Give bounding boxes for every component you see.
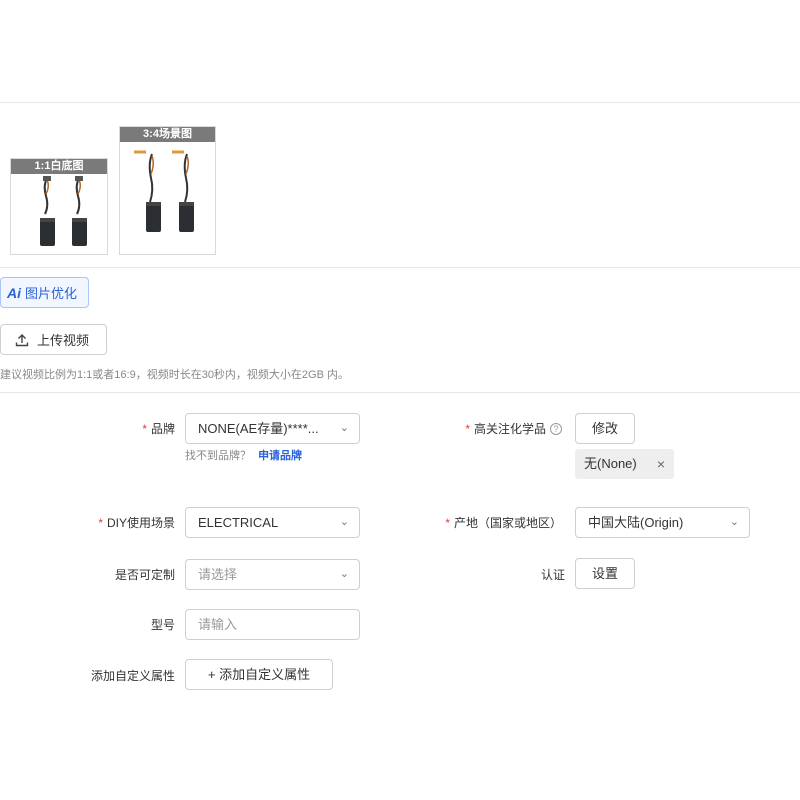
origin-value: 中国大陆(Origin) (588, 515, 684, 530)
certification-setup-button[interactable]: 设置 (575, 558, 635, 589)
top-divider (0, 102, 800, 103)
model-input[interactable]: 请输入 (185, 609, 360, 640)
upload-video-button[interactable]: 上传视频 (0, 324, 107, 355)
carbon-brush-scene-image (134, 150, 194, 232)
diy-scene-select[interactable]: ELECTRICAL ⌄ (185, 507, 360, 538)
scene-image-tag: 3:4场景图 (120, 127, 215, 142)
chemical-chip: 无(None) × (575, 449, 674, 479)
attributes-divider (0, 392, 800, 393)
model-placeholder: 请输入 (198, 617, 238, 632)
modify-chemical-button[interactable]: 修改 (575, 413, 635, 444)
ai-image-optimize-button[interactable]: Ai 图片优化 (0, 277, 89, 308)
image-section-divider (0, 267, 800, 268)
certification-label: 认证 (540, 568, 565, 582)
video-hint: 建议视频比例为1:1或者16:9，视频时长在30秒内，视频大小在2GB 内。 (0, 369, 350, 381)
chemical-chip-value: 无(None) (584, 456, 637, 471)
brand-not-found-note: 找不到品牌？ 申请品牌 (185, 450, 303, 462)
chevron-down-icon: ⌄ (339, 516, 349, 528)
upload-icon (15, 333, 29, 346)
chemical-label: * 高关注化学品? (465, 420, 562, 437)
chevron-down-icon: ⌄ (729, 516, 739, 528)
required-mark: * (142, 422, 147, 436)
origin-select[interactable]: 中国大陆(Origin) ⌄ (575, 507, 750, 538)
chevron-down-icon: ⌄ (339, 422, 349, 434)
customizable-select[interactable]: 请选择 ⌄ (185, 559, 360, 590)
custom-attribute-label: 添加自定义属性 (90, 669, 175, 683)
white-bg-image-thumbnail[interactable]: 1:1白底图 (10, 158, 108, 255)
customizable-placeholder: 请选择 (198, 567, 238, 582)
diy-scene-label: * DIY使用场景 (98, 516, 175, 530)
add-custom-attribute-button[interactable]: + 添加自定义属性 (185, 659, 333, 690)
chevron-down-icon: ⌄ (339, 568, 349, 580)
brand-value: NONE(AE存量)****... (198, 421, 319, 436)
white-bg-image-tag: 1:1白底图 (11, 159, 107, 174)
brand-label: * 品牌 (142, 422, 175, 436)
carbon-brush-image (40, 176, 87, 246)
scene-image-thumbnail[interactable]: 3:4场景图 (119, 126, 216, 255)
apply-brand-link[interactable]: 申请品牌 (258, 450, 302, 462)
model-label: 型号 (150, 618, 175, 632)
ai-optimize-label: 图片优化 (25, 286, 78, 301)
close-icon[interactable]: × (657, 449, 665, 479)
origin-label: * 产地（国家或地区） (445, 516, 562, 530)
upload-video-label: 上传视频 (37, 333, 90, 348)
brand-select[interactable]: NONE(AE存量)****... ⌄ (185, 413, 360, 444)
help-icon[interactable]: ? (550, 423, 562, 435)
diy-scene-value: ELECTRICAL (198, 515, 279, 530)
customizable-label: 是否可定制 (114, 568, 175, 582)
ai-icon: Ai (7, 284, 21, 301)
